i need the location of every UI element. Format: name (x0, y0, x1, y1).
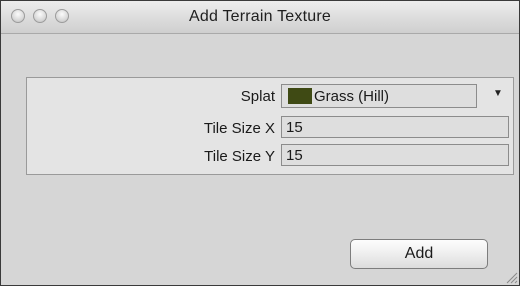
tile-size-y-field[interactable] (281, 144, 509, 166)
texture-settings-panel: Splat Grass (Hill) ▼ Tile Size X Tile Si… (26, 77, 514, 175)
window-title: Add Terrain Texture (189, 8, 331, 25)
splat-texture-swatch (288, 88, 312, 104)
tile-size-y-label: Tile Size Y (204, 148, 275, 165)
tile-size-x-label: Tile Size X (203, 120, 275, 137)
add-button[interactable]: Add (350, 239, 488, 269)
add-terrain-texture-window: Add Terrain Texture Splat Grass (Hill) ▼… (0, 0, 520, 286)
triangle-down-icon[interactable]: ▼ (493, 88, 503, 99)
splat-value: Grass (Hill) (314, 87, 389, 105)
resize-grip-icon[interactable] (504, 270, 518, 284)
tile-size-x-field[interactable] (281, 116, 509, 138)
splat-select[interactable]: Grass (Hill) (281, 84, 477, 108)
title-bar[interactable]: Add Terrain Texture (1, 1, 519, 34)
splat-label: Splat (240, 88, 275, 105)
